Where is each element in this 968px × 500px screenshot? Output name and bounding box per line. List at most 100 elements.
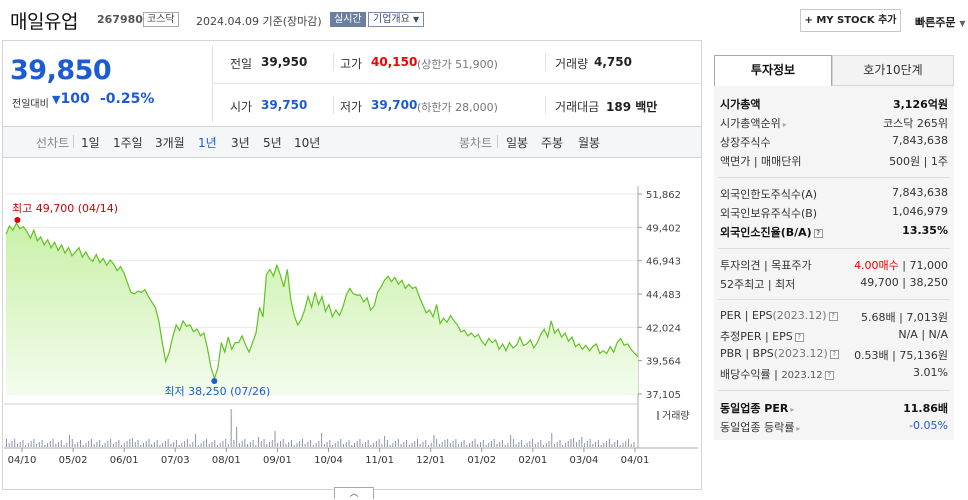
volume-bar (400, 444, 402, 447)
market-cap-rank-label: 시가총액순위 (720, 117, 781, 130)
help-icon[interactable]: ? (828, 312, 838, 321)
volume-bar (233, 440, 235, 447)
volume-bar (389, 445, 391, 447)
volume-bar (296, 443, 298, 447)
target-price-value: 71,000 (909, 259, 949, 272)
volume-bar (140, 445, 142, 447)
volume-bar (211, 442, 213, 447)
arrow-right-icon: ▸ (796, 424, 801, 433)
par-value-label: 액면가 | 매매단위 (720, 155, 802, 168)
volume-bar (329, 440, 331, 447)
volume-bar (115, 442, 117, 447)
volume-bar (162, 443, 164, 447)
volume-bar (30, 441, 32, 447)
volume-bar (271, 440, 273, 447)
volume-bar (6, 439, 7, 447)
volume-bar (33, 439, 35, 447)
volume-bar (408, 445, 410, 447)
y-tick-label: 44,483 (646, 290, 681, 301)
volume-bar (118, 440, 120, 447)
volume-bar (351, 445, 353, 447)
volume-bar (238, 443, 240, 447)
volume-bar (173, 442, 175, 447)
x-tick-label: 12/01 (416, 455, 445, 466)
tab-investment-info[interactable]: 투자정보 (714, 55, 832, 86)
per-value: 5.68배 (861, 311, 896, 324)
help-icon[interactable]: ? (794, 333, 804, 342)
volume-bar (600, 445, 602, 447)
volume-bar (99, 440, 101, 447)
volume-bar (567, 441, 569, 447)
volume-bar (25, 445, 27, 447)
price-area (6, 223, 638, 394)
volume-bar (485, 445, 487, 447)
help-icon[interactable]: ? (813, 229, 823, 238)
volume-bar (332, 445, 334, 447)
help-icon[interactable]: ? (824, 371, 834, 380)
volume-bar (178, 445, 180, 447)
volume-bar (441, 442, 443, 447)
volume-bar (438, 444, 440, 447)
min-marker (211, 378, 218, 384)
volume-bar (156, 440, 158, 447)
volume-bar (104, 443, 106, 447)
foreign-ratio-label: 외국인소진율(B/A) (720, 226, 812, 239)
y-tick-label: 46,943 (646, 257, 681, 268)
volume-bar (47, 443, 49, 447)
volume-bar (36, 444, 38, 447)
x-tick-label: 06/01 (110, 455, 139, 466)
volume-bar (422, 442, 424, 447)
foreign-limit-value: 7,843,638 (892, 186, 948, 199)
volume-bar (27, 443, 29, 447)
volume-bar (564, 443, 566, 447)
volume-bar (269, 442, 271, 447)
x-tick-label: 07/03 (161, 455, 190, 466)
pbr-label: PBR (720, 347, 742, 360)
eps-value: 7,013원 (906, 311, 948, 324)
help-icon[interactable]: ? (829, 350, 839, 359)
volume-legend-swatch (657, 411, 659, 420)
tab-order-book-10[interactable]: 호가10단계 (832, 55, 954, 86)
volume-bar (597, 440, 599, 447)
sector-change-row[interactable]: 동일업종 등락률 ▸ -0.05% (720, 419, 948, 437)
volume-bar (225, 439, 227, 447)
volume-bar (258, 437, 260, 447)
volume-bar (518, 442, 520, 447)
opinion-label: 투자의견 | 목표주가 (720, 259, 812, 272)
volume-bar (433, 435, 435, 447)
pbr-bps-row: PBR | BPS(2023.12)? 0.53배 | 75,136원 (720, 347, 948, 362)
sector-per-value: 11.86배 (903, 402, 948, 415)
volume-bar (356, 441, 358, 447)
volume-bar (88, 441, 90, 447)
market-cap-rank-row[interactable]: 시가총액순위 ▸ 코스닥 265위 (720, 115, 948, 133)
volume-bar (44, 445, 46, 447)
volume-bar (375, 441, 377, 447)
volume-bar (417, 439, 418, 447)
volume-bar (411, 443, 413, 447)
volume-bar (41, 440, 43, 447)
sector-per-row[interactable]: 동일업종 PER ▸ 11.86배 (720, 400, 948, 418)
volume-bar (540, 440, 542, 447)
volume-bar (195, 434, 197, 447)
est-per-row: 추정PER | EPS? N/A | N/A (720, 328, 948, 343)
volume-bar (260, 441, 262, 447)
y-tick-label: 42,024 (646, 323, 681, 334)
volume-bar (504, 445, 506, 447)
pbr-value: 0.53배 (854, 349, 889, 362)
volume-bar (581, 437, 583, 447)
week52-low-value: 38,250 (909, 276, 949, 289)
volume-bar (315, 443, 317, 447)
volume-bar (480, 442, 482, 447)
volume-bar (595, 442, 597, 447)
per-label: PER (720, 309, 742, 322)
collapse-chart-button[interactable]: ︿ (334, 487, 374, 499)
volume-bar (430, 443, 432, 447)
volume-bar (460, 442, 462, 447)
eps-label: EPS (751, 309, 773, 322)
volume-bar (436, 439, 438, 447)
volume-bar (373, 443, 375, 447)
volume-bar (85, 443, 87, 447)
y-tick-label: 51,862 (646, 190, 681, 201)
volume-bar (274, 431, 276, 447)
x-tick-label: 09/01 (263, 455, 292, 466)
